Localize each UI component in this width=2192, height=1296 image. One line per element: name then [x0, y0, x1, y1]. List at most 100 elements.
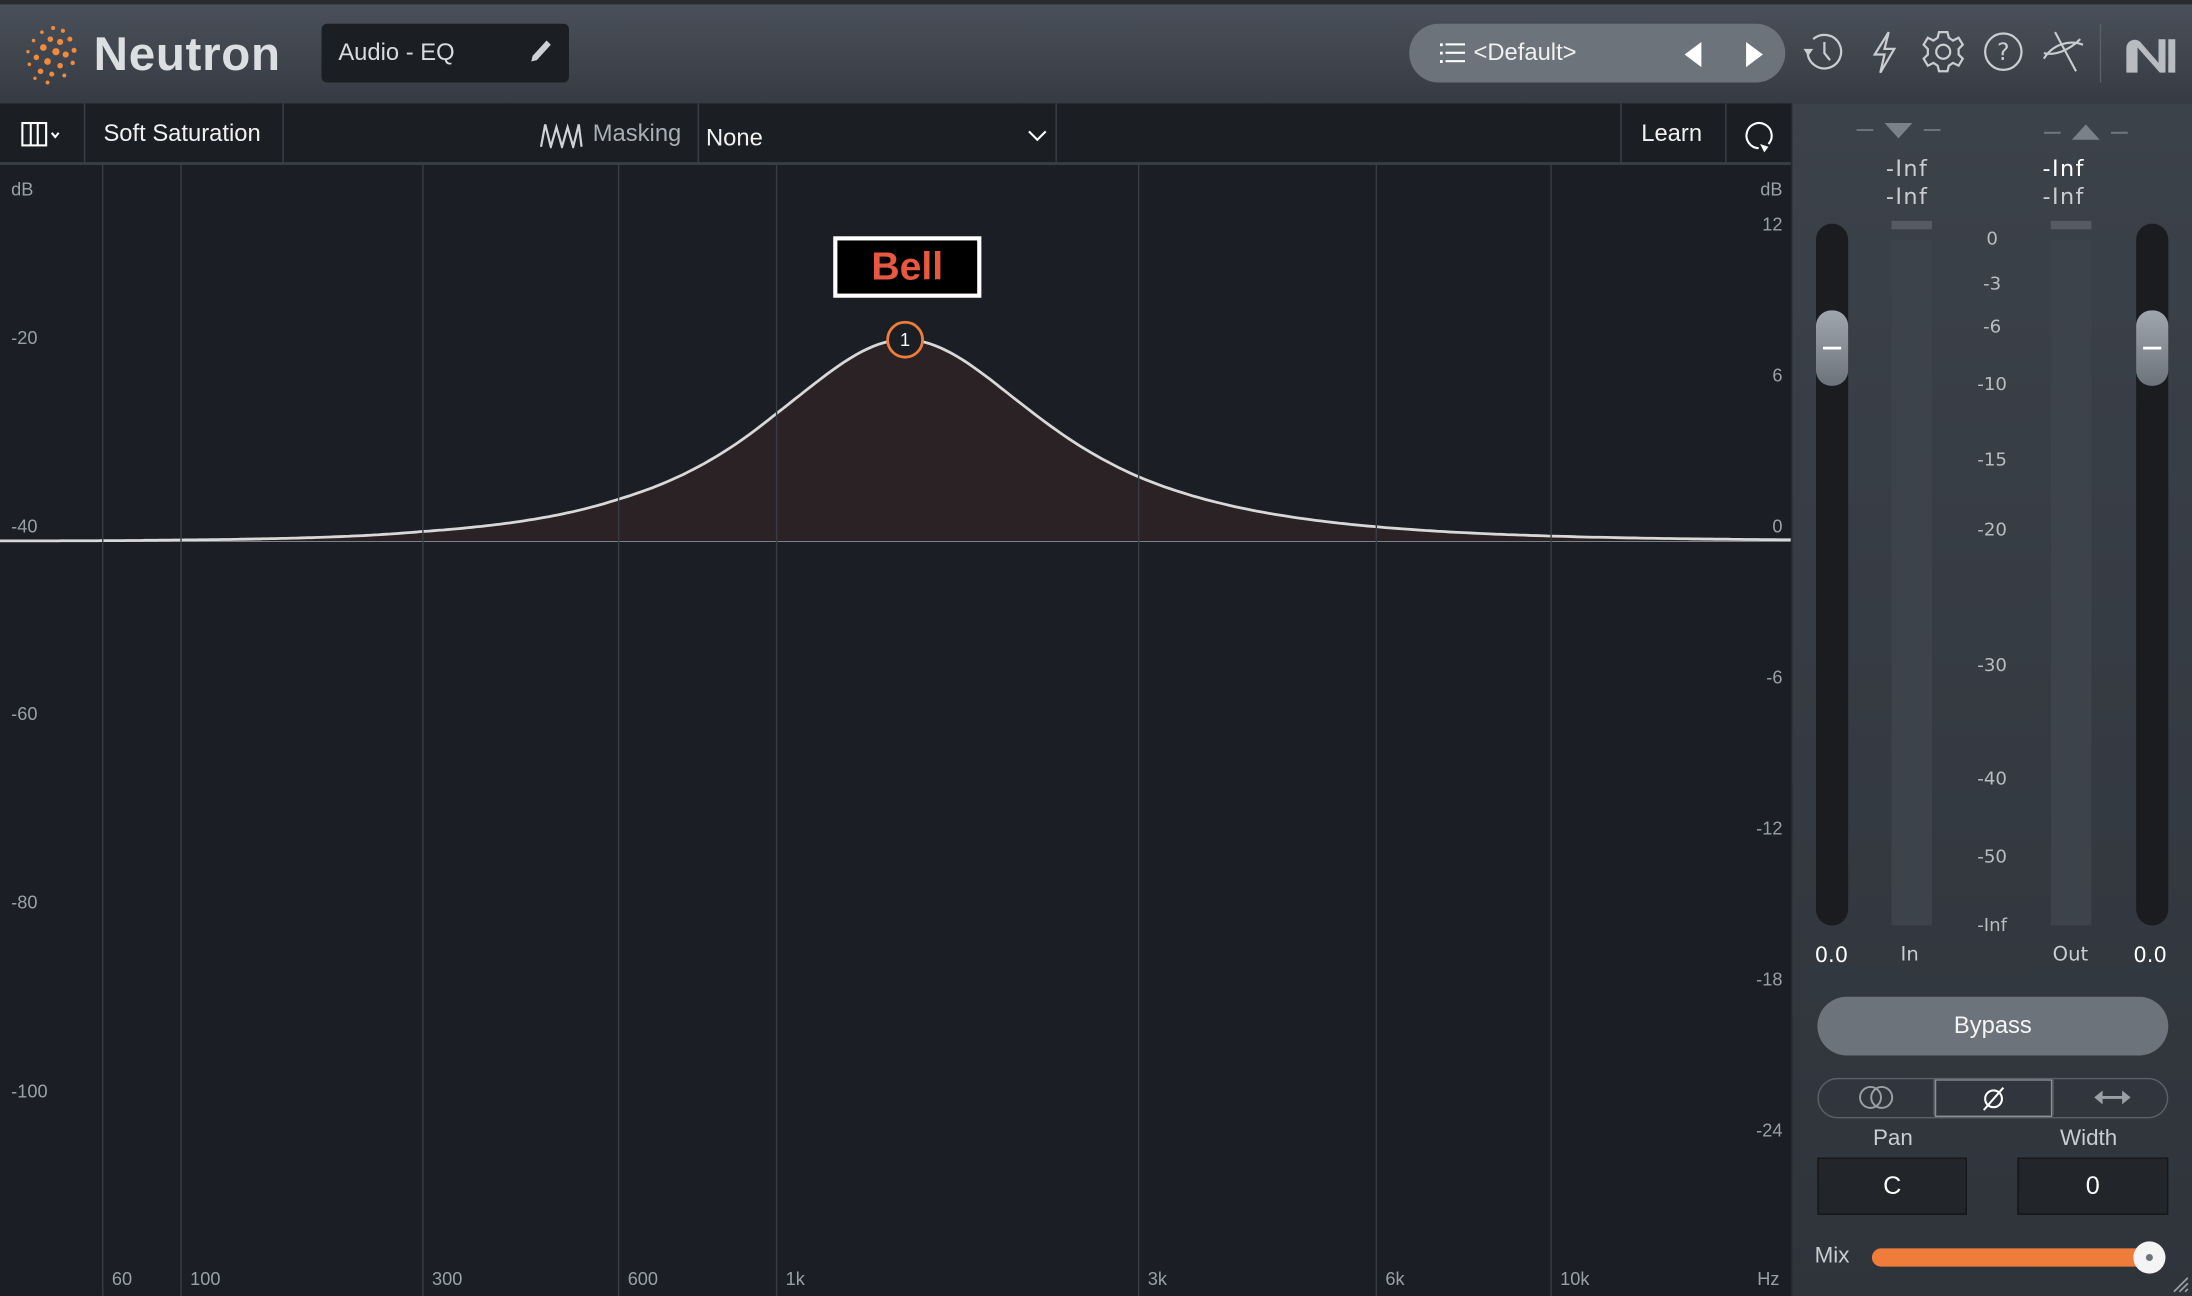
logo-dot	[52, 48, 60, 56]
logo-dot	[26, 50, 30, 54]
divider	[1620, 103, 1622, 165]
ni-logo[interactable]	[2125, 39, 2178, 73]
left-axis-tick: -40	[11, 515, 38, 537]
mix-slider-handle[interactable]	[2133, 1241, 2166, 1274]
header-divider	[2099, 23, 2102, 83]
gridline	[422, 164, 424, 1296]
logo-dot	[51, 25, 56, 31]
right-axis-tick: -24	[1756, 1119, 1783, 1141]
bypass-button[interactable]: Bypass	[1817, 996, 2169, 1056]
channel-swap-button[interactable]	[2052, 1079, 2167, 1116]
output-meter-triangle-icon	[2043, 124, 2128, 140]
neutron-logo-icon	[26, 25, 77, 85]
eq-toolbar: Soft Saturation Masking None Learn	[0, 103, 1791, 165]
input-rms-readout: -Inf	[1885, 183, 1929, 210]
output-clip-indicator[interactable]	[2050, 220, 2092, 230]
masking-label: Masking	[592, 120, 682, 147]
routing-icon[interactable]	[2040, 28, 2088, 76]
preset-selector[interactable]: <Default>	[1409, 23, 1786, 83]
width-label: Width	[2060, 1126, 2118, 1151]
logo-dot	[45, 80, 50, 85]
divider	[282, 103, 284, 165]
mix-slider[interactable]	[1871, 1241, 2166, 1274]
x-tick-label: 300	[431, 1267, 463, 1289]
output-gain-fader[interactable]	[2136, 223, 2169, 926]
history-icon[interactable]	[1801, 28, 1849, 76]
input-gain-value[interactable]: 0.0	[1803, 942, 1859, 967]
svg-text:?: ?	[1997, 38, 2010, 66]
next-preset-icon[interactable]	[1745, 41, 1765, 69]
meter-scale-label: 0	[1986, 229, 1998, 251]
pan-field[interactable]: C	[1817, 1157, 1967, 1215]
saturation-mode-button[interactable]: Soft Saturation	[103, 120, 260, 148]
swap-icon	[2093, 1090, 2130, 1105]
right-axis-unit: dB	[1760, 178, 1783, 200]
width-field[interactable]: 0	[2017, 1157, 2169, 1215]
pan-label: Pan	[1872, 1126, 1913, 1151]
x-unit-label: Hz	[1757, 1267, 1780, 1289]
phase-invert-icon	[1982, 1086, 2005, 1111]
output-meter	[2050, 240, 2092, 926]
input-gain-fader[interactable]	[1816, 223, 1849, 926]
mix-slider-fill	[1871, 1248, 2165, 1267]
logo-dot	[37, 68, 44, 75]
meter-scale-label: -40	[1977, 768, 2007, 790]
right-axis-tick: 12	[1762, 213, 1783, 235]
logo-dot	[62, 51, 69, 58]
meter-scale-label: -20	[1977, 520, 2007, 542]
output-gain-handle[interactable]	[2136, 310, 2169, 386]
gridline	[775, 164, 778, 1296]
left-axis-tick: -20	[11, 327, 38, 349]
left-axis-tick: -80	[11, 892, 38, 914]
lightning-icon[interactable]	[1861, 28, 1909, 76]
gridline	[1550, 164, 1552, 1296]
phase-invert-button[interactable]	[1934, 1079, 2053, 1118]
layout-columns-icon[interactable]	[21, 121, 63, 147]
meter-scale-label: -10	[1977, 374, 2007, 396]
logo-dot	[70, 60, 75, 66]
divider	[1725, 103, 1727, 165]
gridline	[617, 164, 620, 1296]
eq-graph[interactable]: 1 60 100 300 600 1k 3k 6k 10k Hz dB -20 -40 -60 -80 -1…	[0, 164, 1791, 1296]
band-type-label[interactable]: Bell	[833, 236, 982, 298]
x-tick-label: 10k	[1560, 1267, 1590, 1289]
input-peak-readout: -Inf	[1885, 155, 1929, 182]
x-tick-label: 600	[627, 1267, 659, 1289]
gear-icon[interactable]	[1919, 28, 1967, 76]
output-gain-value[interactable]: 0.0	[2122, 942, 2178, 967]
refresh-icon[interactable]	[1742, 117, 1776, 153]
header-bar: Neutron Audio - EQ <Default> ?	[0, 0, 2192, 104]
input-meter-triangle-icon	[1856, 123, 1941, 139]
meter-scale-label: -50	[1977, 847, 2007, 869]
meter-scale-label: -3	[1983, 274, 2002, 295]
x-tick-label: 1k	[785, 1267, 805, 1289]
help-icon[interactable]: ?	[1980, 28, 2028, 76]
learn-button[interactable]: Learn	[1641, 120, 1702, 148]
input-clip-indicator[interactable]	[1891, 220, 1933, 230]
logo-dot	[39, 44, 47, 51]
right-axis-tick: 6	[1772, 364, 1783, 386]
x-tick-label: 60	[111, 1267, 133, 1289]
right-axis-tick: -18	[1756, 968, 1783, 990]
preset-name: <Default>	[1473, 39, 1577, 66]
meter-scale-label: -30	[1977, 655, 2007, 677]
resize-grip-icon[interactable]	[2171, 1275, 2189, 1293]
module-name-field[interactable]: Audio - EQ	[321, 23, 569, 83]
previous-preset-icon[interactable]	[1683, 41, 1703, 69]
pencil-icon[interactable]	[526, 38, 554, 66]
logo-dot	[44, 58, 51, 65]
input-gain-handle[interactable]	[1816, 310, 1849, 386]
x-tick-label: 100	[190, 1267, 221, 1289]
divider	[83, 103, 86, 165]
stereo-link-button[interactable]	[1819, 1079, 1935, 1116]
right-axis-tick: -12	[1756, 817, 1783, 839]
output-rms-readout: -Inf	[2042, 183, 2085, 210]
x-tick-label: 6k	[1385, 1267, 1405, 1289]
preset-list-icon[interactable]	[1439, 42, 1466, 64]
left-axis-tick: -100	[11, 1080, 48, 1102]
mix-label: Mix	[1814, 1244, 1850, 1268]
output-meter-label: Out	[2052, 943, 2089, 967]
masking-icon[interactable]	[539, 120, 583, 149]
masking-dropdown[interactable]: None	[699, 103, 1055, 165]
meter-scale-label: -Inf	[1977, 915, 2008, 937]
